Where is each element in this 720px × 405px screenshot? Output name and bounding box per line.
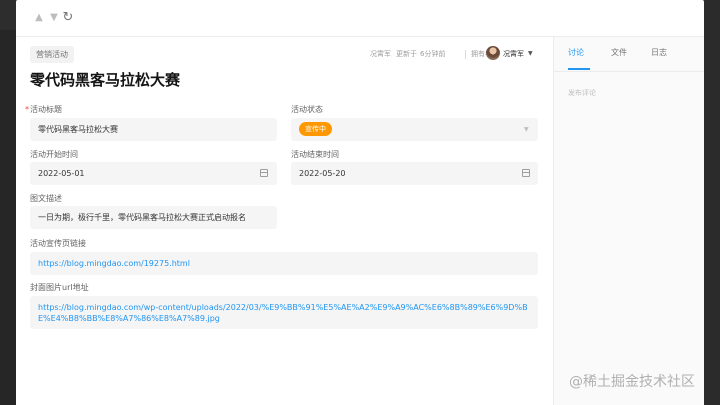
activity-title-label: 活动标题: [30, 105, 62, 114]
end-date-field[interactable]: 2022-05-20: [291, 162, 538, 185]
required-marker: *: [25, 105, 29, 114]
comment-input[interactable]: 发布评论: [568, 87, 596, 99]
owner-name[interactable]: 况霄军: [503, 48, 524, 60]
category-tag: 营销活动: [30, 46, 74, 63]
avatar[interactable]: [486, 46, 500, 60]
record-toolbar: ▲ ▼ ↻: [16, 0, 704, 37]
tab-log[interactable]: 日志: [651, 47, 667, 59]
active-tab-indicator: [568, 68, 590, 70]
tab-files[interactable]: 文件: [611, 47, 627, 59]
chevron-down-icon[interactable]: ▼: [524, 125, 529, 135]
cover-url-field[interactable]: https://blog.mingdao.com/wp-content/uplo…: [30, 296, 538, 329]
updated-text: 更新于: [396, 50, 417, 58]
background-right-panel: [704, 0, 720, 405]
description-label: 图文描述: [30, 194, 62, 203]
activity-status-label: 活动状态: [291, 105, 323, 114]
calendar-icon[interactable]: [260, 169, 268, 177]
start-date-label: 活动开始时间: [30, 150, 78, 159]
background-left-panel: [0, 0, 16, 405]
promo-link-field[interactable]: https://blog.mingdao.com/19275.html: [30, 252, 538, 275]
record-detail-modal: ▲ ▼ ↻ 营销活动 况霄军 更新于 6分钟前 拥有者: 况霄军 ▼ 零代码黑客…: [16, 0, 704, 405]
meta-divider: [465, 50, 466, 59]
chevron-down-icon[interactable]: ▼: [47, 11, 61, 25]
promo-link-label: 活动宣传页链接: [30, 239, 86, 248]
activity-title-field[interactable]: 零代码黑客马拉松大赛: [30, 118, 277, 141]
record-main-panel: 营销活动 况霄军 更新于 6分钟前 拥有者: 况霄军 ▼ 零代码黑客马拉松大赛 …: [16, 37, 553, 405]
page-title: 零代码黑客马拉松大赛: [30, 71, 181, 89]
tabs-divider: [554, 71, 704, 72]
status-badge: 宣传中: [299, 122, 332, 136]
tab-discussion[interactable]: 讨论: [568, 47, 584, 59]
end-date-label: 活动结束时间: [291, 150, 339, 159]
discussion-panel: 讨论 文件 日志 发布评论: [553, 37, 704, 405]
watermark: @稀土掘金技术社区: [569, 374, 695, 390]
chevron-down-icon[interactable]: ▼: [528, 48, 533, 60]
updated-by[interactable]: 况霄军: [370, 48, 391, 60]
refresh-icon[interactable]: ↻: [61, 11, 75, 25]
updated-time: 6分钟前: [420, 50, 446, 58]
calendar-icon[interactable]: [522, 169, 530, 177]
start-date-field[interactable]: 2022-05-01: [30, 162, 277, 185]
description-field[interactable]: 一日为期，极行千里，零代码黑客马拉松大赛正式启动报名: [30, 206, 277, 229]
chevron-up-icon[interactable]: ▲: [32, 11, 46, 25]
cover-url-label: 封面图片url地址: [30, 283, 89, 292]
